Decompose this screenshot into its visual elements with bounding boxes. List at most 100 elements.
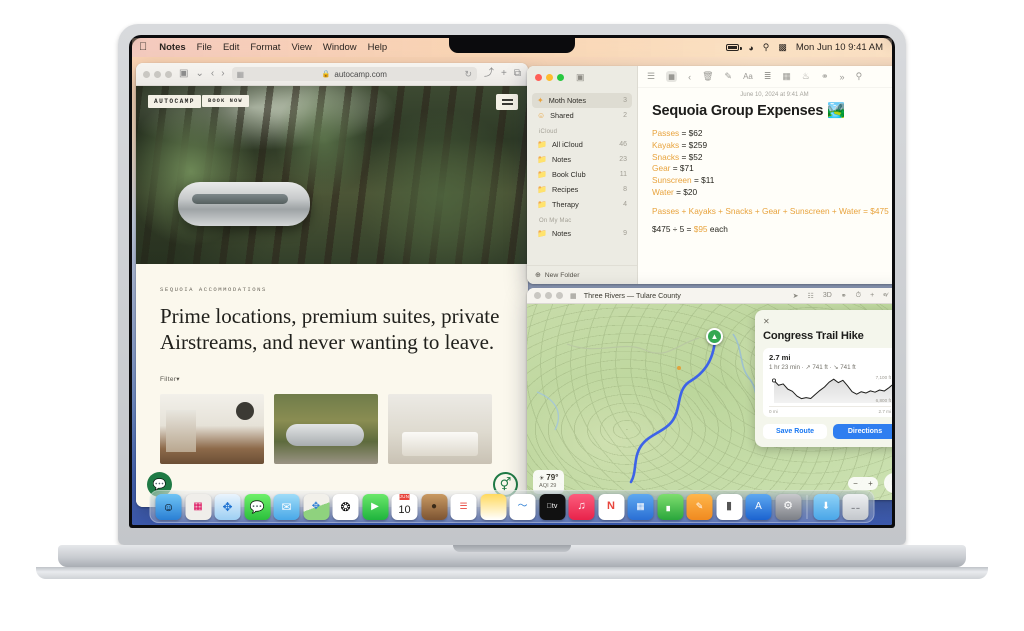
minimize-button[interactable] <box>154 70 161 78</box>
dock-item-facetime[interactable]: ▶ <box>362 493 388 520</box>
site-logo[interactable]: AUTOCAMP <box>148 95 201 108</box>
dock-item-contacts[interactable]: ● <box>421 493 447 520</box>
dock-item-safari[interactable]: ✥ <box>214 493 241 520</box>
share-icon[interactable]: ⤴ <box>484 69 494 79</box>
minimize-button[interactable] <box>546 73 553 81</box>
thumbnail-exterior[interactable] <box>274 393 378 464</box>
menu-item-window[interactable]: Window <box>323 42 357 53</box>
grid-view-icon[interactable]: ▦ <box>666 71 678 82</box>
share-icon[interactable]: ୶ <box>883 292 889 300</box>
zoom-controls[interactable]: − + <box>848 476 878 490</box>
close-icon[interactable]: ✕ <box>763 317 892 326</box>
dock-item-calendar[interactable]: JUN 10 <box>391 493 418 520</box>
forward-icon[interactable]: › <box>221 69 224 79</box>
dock-item-system-settings[interactable]: ⚙ <box>775 493 801 520</box>
dock-item-news[interactable]: N <box>598 493 624 520</box>
menu-item-format[interactable]: Format <box>250 42 280 53</box>
sidebar-item-recipes[interactable]: 📁 Recipes 8 <box>532 182 632 197</box>
compass-icon[interactable]: N <box>884 473 892 493</box>
directions-button[interactable]: Directions <box>833 423 892 439</box>
thumbnail-interior[interactable] <box>160 393 264 464</box>
control-center-icon[interactable]: ▩ <box>778 42 787 53</box>
trash-icon[interactable]: 🗑 <box>702 71 713 82</box>
maps-window[interactable]: ▦ Three Rivers — Tulare County ➤ ☷ 3D ⚭ … <box>527 288 892 500</box>
sidebar-item-therapy[interactable]: 📁 Therapy 4 <box>532 197 632 212</box>
menu-item-file[interactable]: File <box>197 42 212 53</box>
sidebar-toggle-icon[interactable]: ▦ <box>570 291 577 300</box>
menu-bar-clock[interactable]: Mon Jun 10 9:41 AM <box>796 42 883 53</box>
filter-dropdown[interactable]: Filter▾ <box>160 375 504 383</box>
reader-icon[interactable]: ▦ <box>237 70 245 79</box>
sidebar-toggle-icon[interactable]: ▣ <box>179 69 188 79</box>
close-button[interactable] <box>143 70 150 78</box>
menu-item-view[interactable]: View <box>291 42 311 53</box>
sidebar-item-shared[interactable]: ☺ Shared 2 <box>532 108 632 123</box>
reload-icon[interactable]: ↻ <box>464 69 472 80</box>
tab-overview-icon[interactable]: ⧉ <box>514 69 521 79</box>
back-icon[interactable]: ‹ <box>211 69 214 79</box>
new-tab-icon[interactable]: + <box>501 69 507 79</box>
dock-item-numbers[interactable]: ▖ <box>657 493 683 520</box>
notes-window[interactable]: ▣ ✦ Moth Notes 3 ☺ Shared 2 iCloud 📁 All… <box>527 66 892 284</box>
zoom-button[interactable] <box>557 73 564 81</box>
add-icon[interactable]: + <box>870 292 874 299</box>
map-canvas[interactable]: ▲ ☀ 79° AQI 29 − + ✕ Congress Trail Hike… <box>527 304 892 500</box>
window-traffic-lights[interactable] <box>534 292 563 299</box>
sidebar-item-all-icloud[interactable]: 📁 All iCloud 46 <box>532 137 632 152</box>
dock-item-freeform[interactable]: 〜 <box>509 493 536 520</box>
dock-item-downloads[interactable]: ⬇ <box>813 493 839 520</box>
dock-item-music[interactable]: ♫ <box>568 493 595 520</box>
dock-item-launchpad[interactable]: ▦ <box>185 493 211 520</box>
3d-icon[interactable]: 3D <box>823 292 832 299</box>
sidebar-item-notes[interactable]: 📁 Notes 23 <box>532 152 632 167</box>
safari-window[interactable]: ▣ ⌄ ‹ › ▦ 🔒 autocamp.com ↻ ⤴ + ⧉ AUTOCAM… <box>136 63 528 507</box>
dock-item-tv[interactable]: tv <box>539 493 565 520</box>
close-button[interactable] <box>534 292 541 299</box>
dock-item-pages[interactable]: ✎ <box>686 493 713 520</box>
thumbnail-bedroom[interactable] <box>388 393 492 464</box>
dock-item-trash[interactable]: ⚋ <box>842 493 869 520</box>
sidebar-toggle-icon[interactable]: ▣ <box>576 72 585 83</box>
apple-menu-icon[interactable]:  <box>139 42 147 53</box>
dock-item-messages[interactable]: 💬 <box>244 493 270 520</box>
chevron-down-icon[interactable]: ⌄ <box>195 69 203 79</box>
dock-item-finder[interactable]: ☺ <box>155 493 182 520</box>
sidebar-item-book-club[interactable]: 📁 Book Club 11 <box>532 167 632 182</box>
hamburger-menu-icon[interactable] <box>496 94 518 110</box>
dock-item-notes[interactable] <box>480 493 506 520</box>
link-icon[interactable]: ♨ <box>802 71 810 82</box>
markup-icon[interactable]: ⚭ <box>821 71 829 82</box>
clock-icon[interactable]: ⏱ <box>856 292 861 300</box>
dock-item-app-store[interactable]: A <box>745 493 772 520</box>
book-now-button[interactable]: BOOK NOW <box>202 95 249 107</box>
menu-item-edit[interactable]: Edit <box>223 42 239 53</box>
search-icon[interactable]: ⚲ <box>763 42 770 53</box>
close-button[interactable] <box>535 73 542 81</box>
window-traffic-lights[interactable] <box>535 73 564 81</box>
wifi-icon[interactable]: ◕ <box>748 43 753 53</box>
battery-icon[interactable] <box>726 44 742 51</box>
dock-item-photos[interactable]: ❂ <box>332 493 359 520</box>
sidebar-item-moth-notes[interactable]: ✦ Moth Notes 3 <box>532 93 632 108</box>
binoculars-icon[interactable]: ⚭ <box>841 292 847 300</box>
checklist-icon[interactable]: ≣ <box>764 71 772 82</box>
locate-icon[interactable]: ➤ <box>793 292 799 300</box>
dock-item-maps[interactable]: ✥ <box>303 493 329 520</box>
search-icon[interactable]: ⚲ <box>856 71 863 82</box>
back-icon[interactable]: ‹ <box>688 72 691 82</box>
address-bar[interactable]: ▦ 🔒 autocamp.com ↻ <box>231 67 478 81</box>
menu-item-help[interactable]: Help <box>368 42 388 53</box>
menu-item-app[interactable]: Notes <box>159 42 185 53</box>
zoom-button[interactable] <box>556 292 563 299</box>
note-body[interactable]: June 10, 2024 at 9:41 AM Sequoia Group E… <box>638 88 892 236</box>
zoom-button[interactable] <box>165 70 172 78</box>
minimize-button[interactable] <box>545 292 552 299</box>
dock-item-mail[interactable]: ✉ <box>273 493 300 520</box>
zoom-out-button[interactable]: − <box>853 479 858 488</box>
save-route-button[interactable]: Save Route <box>763 423 827 439</box>
route-info-card[interactable]: ✕ Congress Trail Hike 2.7 mi 1 hr 23 min… <box>755 310 892 447</box>
more-icon[interactable]: » <box>840 72 845 82</box>
window-traffic-lights[interactable] <box>143 70 172 78</box>
compose-icon[interactable]: ✎ <box>725 71 733 82</box>
trailhead-pin[interactable]: ▲ <box>706 328 723 345</box>
